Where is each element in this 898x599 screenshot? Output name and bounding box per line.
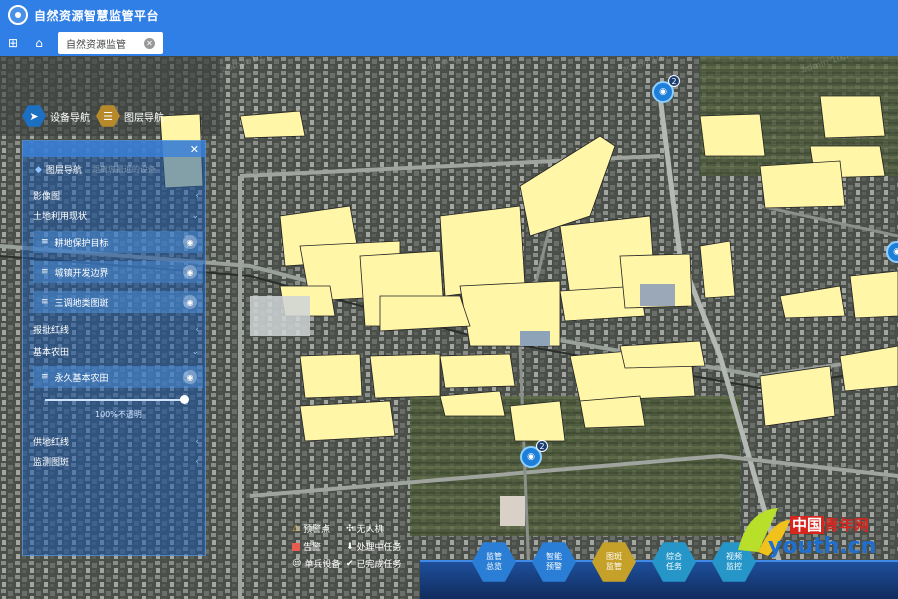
tab-natural-resources[interactable]: 自然资源监管 ✕	[58, 32, 163, 54]
button-label: 总览	[486, 562, 502, 571]
person-icon: ☺	[292, 558, 302, 569]
tab-bar: ⊞ ⌂ 自然资源监管 ✕	[0, 30, 898, 56]
map-top-nav: ➤ 设备导航 ☰ 图层导航	[22, 104, 164, 128]
stat-label: 单兵设备	[304, 560, 341, 570]
section-label: 供地红线	[33, 438, 70, 448]
check-icon: ✔	[346, 558, 354, 569]
section-imagery[interactable]: 影像图 ‹	[33, 189, 215, 203]
layers-icon: ≡	[41, 372, 49, 382]
layer-item-third-survey[interactable]: ≡ 三调地类图斑 ◉	[33, 291, 203, 313]
warning-icon: ⚠	[292, 523, 301, 534]
section-land-use[interactable]: 土地利用现状 ⌄	[33, 209, 215, 223]
marker-count-badge: 2	[668, 75, 680, 87]
eye-icon[interactable]: ◉	[183, 370, 197, 384]
drone-icon: ✣	[346, 523, 354, 534]
chevron-down-icon: ⌄	[191, 210, 199, 221]
button-label: 图斑	[606, 552, 622, 561]
section-monitor-patches[interactable]: 监测图斑 ‹	[33, 455, 215, 469]
chevron-down-icon: ⌄	[191, 346, 199, 357]
layers-icon: ☰	[96, 105, 120, 127]
button-label: 任务	[666, 562, 682, 571]
chevron-left-icon: ‹	[195, 190, 199, 201]
chevron-left-icon: ‹	[195, 456, 199, 467]
layer-item-cultivated-protection[interactable]: ≡ 耕地保护目标 ◉	[33, 231, 203, 253]
layer-item-urban-boundary[interactable]: ≡ 城镇开发边界 ◉	[33, 261, 203, 283]
layer-label: 城镇开发边界	[54, 268, 109, 279]
brand-title: 中国 青年网	[790, 514, 869, 535]
chevron-left-icon: ‹	[195, 436, 199, 447]
brand-domain: youth.cn	[768, 534, 877, 559]
camera-icon: ◉	[659, 87, 667, 97]
button-label: 综合	[666, 552, 682, 561]
layers-icon: ≡	[41, 237, 49, 247]
camera-icon: ◉	[527, 452, 535, 462]
stat-alarm: 告警	[292, 540, 321, 553]
section-label: 监测图斑	[33, 458, 70, 468]
app-title: 自然资源智慧监管平台	[34, 8, 160, 23]
section-supply-redline[interactable]: 供地红线 ‹	[33, 435, 215, 449]
layer-label: 三调地类图斑	[54, 298, 109, 309]
brand-cn: 中国	[790, 516, 825, 534]
close-icon[interactable]: ✕	[190, 143, 199, 156]
button-label: 预警	[546, 562, 562, 571]
diamond-icon: ◆	[35, 164, 42, 175]
section-approval-redline[interactable]: 报批红线 ‹	[33, 323, 215, 337]
eye-icon[interactable]: ◉	[183, 295, 197, 309]
stat-single-device: ☺ 单兵设备	[292, 557, 341, 571]
alarm-icon	[292, 542, 300, 551]
send-icon: ➤	[22, 105, 46, 127]
app-root: admin 10.70.220 admin 10.70.220 admin 10…	[0, 0, 898, 599]
stat-label: 已完成任务	[356, 560, 402, 570]
tab-label: 自然资源监管	[66, 39, 126, 51]
opacity-slider[interactable]	[45, 395, 189, 404]
map-device-marker[interactable]: ◉ 2	[652, 75, 680, 103]
button-label: 监管	[486, 552, 502, 561]
stat-label: 无人机	[356, 525, 384, 535]
marker-count-badge: 2	[536, 440, 548, 452]
layer-label: 永久基本农田	[54, 373, 109, 384]
stat-label: 处理中任务	[356, 543, 402, 553]
brand-name: 青年网	[824, 516, 870, 534]
camera-icon: ◉	[893, 247, 898, 257]
layer-panel: ✕ ◆ 图层导航 距离您最近的设备 影像图 ‹ 土地利用现状 ⌄ ≡ 耕地保护目…	[22, 140, 206, 556]
section-basic-farmland[interactable]: 基本农田 ⌄	[33, 345, 215, 359]
button-label: 监管	[606, 562, 622, 571]
stat-done: ✔ 已完成任务	[346, 557, 402, 571]
panel-header: ✕	[23, 141, 205, 157]
layer-nav-label: 图层导航	[124, 112, 164, 124]
grid-menu-icon[interactable]: ⊞	[0, 30, 26, 56]
eye-icon[interactable]: ◉	[183, 235, 197, 249]
stat-processing: ⬇ 处理中任务	[346, 540, 402, 554]
title-bar: 自然资源智慧监管平台	[0, 0, 898, 30]
panel-title-row: ◆ 图层导航 距离您最近的设备	[35, 163, 217, 177]
app-logo-icon	[8, 5, 28, 25]
panel-subtitle: 距离您最近的设备	[91, 165, 156, 174]
opacity-label: 100%不透明	[95, 410, 142, 419]
stat-label: 预警点	[303, 525, 331, 535]
stat-label: 告警	[303, 543, 322, 553]
layers-icon: ≡	[41, 297, 49, 307]
map-device-marker[interactable]: ◉ 2	[520, 440, 548, 468]
layers-icon: ≡	[41, 267, 49, 277]
section-label: 影像图	[33, 192, 61, 202]
device-nav-button[interactable]: ➤ 设备导航	[22, 104, 90, 128]
home-icon[interactable]: ⌂	[26, 30, 52, 56]
layer-nav-button[interactable]: ☰ 图层导航	[96, 104, 164, 128]
chevron-left-icon: ‹	[195, 324, 199, 335]
youth-cn-logo: 中国 青年网 youth.cn	[728, 500, 888, 570]
layer-label: 耕地保护目标	[54, 238, 109, 249]
task-icon: ⬇	[346, 541, 354, 552]
section-label: 基本农田	[33, 348, 70, 358]
button-label: 智能	[546, 552, 562, 561]
stat-warn: ⚠ 预警点	[292, 522, 331, 536]
close-icon[interactable]: ✕	[144, 37, 155, 49]
section-label: 土地利用现状	[33, 212, 88, 222]
panel-title: 图层导航	[45, 166, 82, 176]
eye-icon[interactable]: ◉	[183, 265, 197, 279]
device-nav-label: 设备导航	[50, 112, 90, 124]
slider-handle[interactable]	[180, 395, 189, 404]
section-label: 报批红线	[33, 326, 70, 336]
stat-drone: ✣ 无人机	[346, 522, 384, 536]
layer-item-permanent-farmland[interactable]: ≡ 永久基本农田 ◉	[33, 366, 203, 388]
